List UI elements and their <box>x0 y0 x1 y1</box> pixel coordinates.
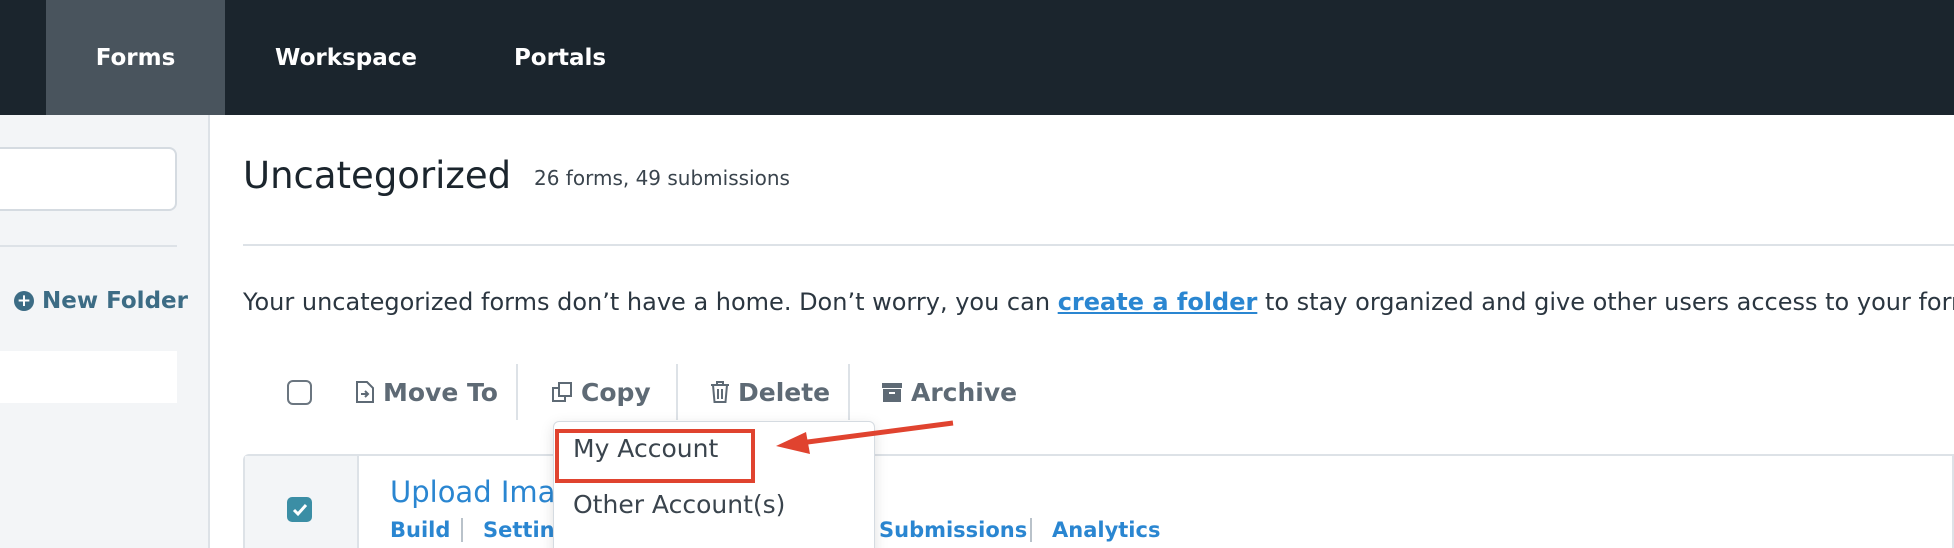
annotation-arrow-icon <box>776 420 954 454</box>
form-row-checkbox[interactable] <box>287 497 312 522</box>
page-title: Uncategorized <box>243 154 512 197</box>
toolbar-divider <box>848 364 850 420</box>
form-link-submissions[interactable]: Submissions <box>879 518 1027 542</box>
copy-button[interactable]: Copy <box>551 372 651 412</box>
archive-icon <box>882 383 902 402</box>
copy-icon <box>552 382 572 402</box>
sidebar-item-uncategorized[interactable] <box>0 351 177 403</box>
checkmark-icon <box>292 503 307 516</box>
move-to-button[interactable]: Move To <box>355 372 498 412</box>
form-count-summary: 26 forms, 49 submissions <box>534 166 790 190</box>
top-nav: Forms Workspace Portals <box>0 0 1954 115</box>
tab-forms[interactable]: Forms <box>46 0 225 115</box>
info-text-after: to stay organized and give other users a… <box>1257 288 1954 316</box>
archive-label: Archive <box>911 377 1018 407</box>
new-folder-label: New Folder <box>42 288 188 314</box>
header-divider <box>243 244 1954 246</box>
sidebar: + New Folder <box>0 115 210 548</box>
plus-circle-icon: + <box>14 291 34 311</box>
new-folder-button[interactable]: + New Folder <box>14 283 188 319</box>
delete-button[interactable]: Delete <box>710 372 830 412</box>
select-all-checkbox[interactable] <box>287 380 312 405</box>
toolbar-divider <box>676 364 678 420</box>
sidebar-divider <box>0 245 177 247</box>
folder-search-input[interactable] <box>0 147 177 211</box>
delete-label: Delete <box>738 377 831 407</box>
archive-button[interactable]: Archive <box>881 372 1017 412</box>
move-to-icon <box>356 381 374 403</box>
annotation-highlight-box <box>555 429 755 483</box>
toolbar-divider <box>516 364 518 420</box>
copy-label: Copy <box>581 377 651 407</box>
create-folder-link[interactable]: create a folder <box>1058 288 1258 316</box>
link-divider <box>1030 518 1032 542</box>
form-link-analytics[interactable]: Analytics <box>1052 518 1160 542</box>
tab-workspace[interactable]: Workspace <box>262 0 430 115</box>
tab-portals[interactable]: Portals <box>500 0 620 115</box>
trash-icon <box>711 381 729 403</box>
move-to-label: Move To <box>383 377 498 407</box>
info-text-before: Your uncategorized forms don’t have a ho… <box>243 288 1058 316</box>
menu-item-other-accounts[interactable]: Other Account(s) <box>573 490 785 519</box>
form-title-link[interactable]: Upload Imag <box>390 475 574 509</box>
link-divider <box>461 518 463 542</box>
info-message: Your uncategorized forms don’t have a ho… <box>243 288 1954 316</box>
form-link-build[interactable]: Build <box>390 518 450 542</box>
